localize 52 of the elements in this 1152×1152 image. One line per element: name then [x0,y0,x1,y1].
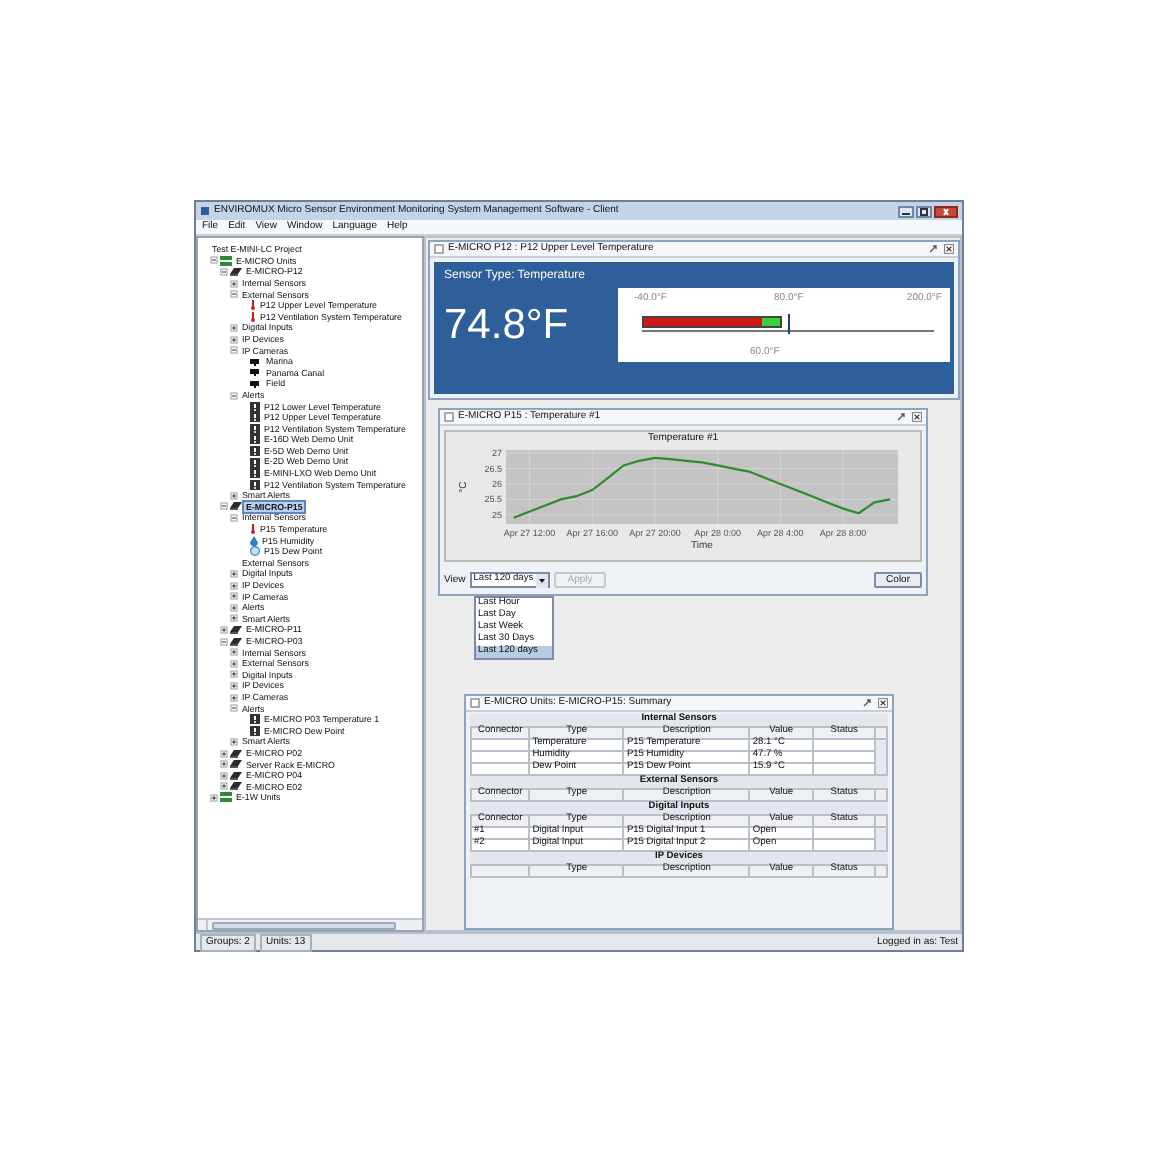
minus-icon[interactable] [210,256,218,265]
plus-icon[interactable] [230,335,238,344]
minus-icon[interactable] [230,346,238,355]
minus-icon[interactable] [230,704,238,713]
plus-icon[interactable] [230,693,238,702]
plus-icon[interactable] [220,771,228,780]
device-icon [230,502,242,511]
close-icon[interactable] [878,698,888,708]
device-icon [230,267,242,276]
app-icon [200,206,210,216]
plus-icon[interactable] [220,760,228,769]
plus-icon[interactable] [220,625,228,634]
plus-icon[interactable] [210,793,218,802]
device-icon [230,625,242,634]
drop-icon [250,535,258,546]
temperature-reading: 74.8°F [442,300,571,352]
plus-icon[interactable] [220,749,228,758]
plus-icon[interactable] [230,659,238,668]
plus-icon[interactable] [220,782,228,791]
close-icon[interactable] [912,412,922,422]
plus-icon[interactable] [230,614,238,623]
plus-icon[interactable] [230,681,238,690]
plus-icon[interactable] [230,648,238,657]
plus-icon[interactable] [230,670,238,679]
dropdown-arrow-icon[interactable] [535,573,548,587]
minimize-icon[interactable] [898,205,914,217]
horizontal-scrollbar[interactable] [198,918,422,930]
maximize-icon[interactable] [916,205,932,217]
plus-icon[interactable] [230,737,238,746]
close-icon[interactable] [944,244,954,254]
server-stack-icon [220,255,232,266]
minus-icon[interactable] [230,290,238,299]
minus-icon[interactable] [220,267,228,276]
plus-icon[interactable] [230,570,238,579]
plus-icon[interactable] [230,279,238,288]
minus-icon[interactable] [230,391,238,400]
gauge-icon [250,546,260,557]
plus-icon[interactable] [230,581,238,590]
restore-icon[interactable] [862,698,872,708]
server-stack-icon [220,792,232,803]
restore-icon[interactable] [928,244,938,254]
device-icon [230,637,242,646]
minus-icon[interactable] [230,514,238,523]
minus-icon[interactable] [220,637,228,646]
plus-icon[interactable] [230,491,238,500]
close-icon[interactable] [934,205,958,217]
minus-icon[interactable] [220,502,228,511]
plus-icon[interactable] [230,603,238,612]
plus-icon[interactable] [230,323,238,332]
restore-icon[interactable] [896,412,906,422]
thermometer-icon [250,524,256,535]
plus-icon[interactable] [230,592,238,601]
